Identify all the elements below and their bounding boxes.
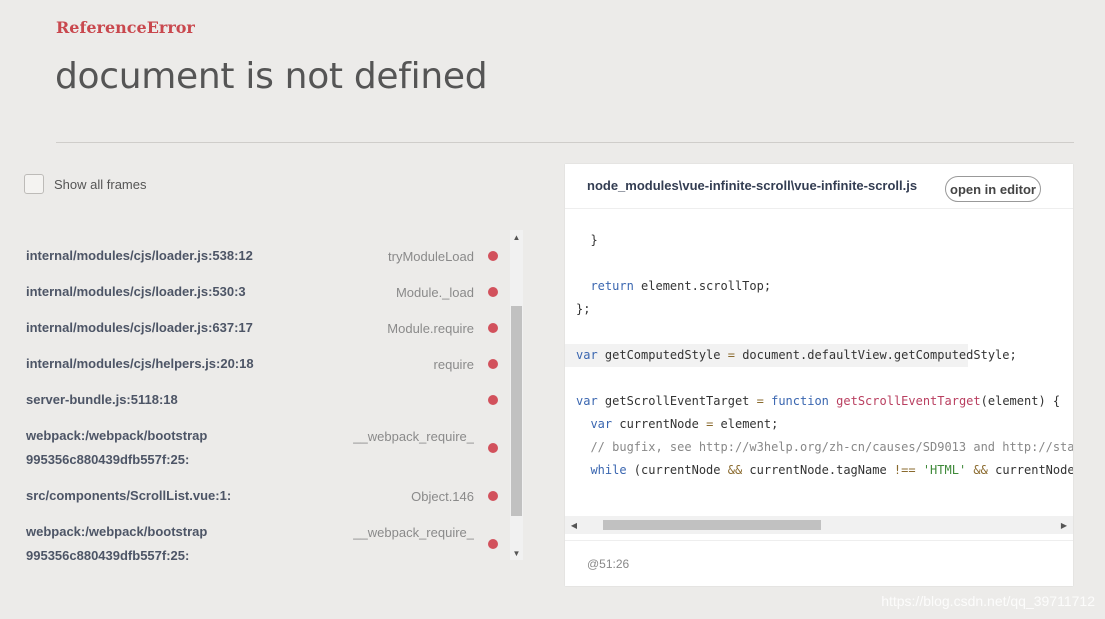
stack-frame[interactable]: internal/modules/cjs/loader.js:538:12 tr… (16, 244, 508, 268)
frame-status-dot (488, 395, 498, 405)
error-message: document is not defined (55, 56, 488, 97)
error-type: ReferenceError (56, 18, 195, 37)
frame-function: require (433, 356, 474, 372)
code-line: } (576, 233, 598, 247)
show-all-frames-label: Show all frames (54, 176, 147, 192)
cursor-position: @51:26 (587, 557, 630, 571)
scroll-left-arrow-icon[interactable]: ◀ (567, 516, 581, 534)
stack-frame[interactable]: internal/modules/cjs/loader.js:637:17 Mo… (16, 316, 508, 340)
frame-status-dot (488, 539, 498, 549)
frame-list-scrollbar[interactable]: ▲ ▼ (510, 230, 523, 560)
frame-file: internal/modules/cjs/loader.js:538:12 (26, 248, 253, 263)
code-view: } return element.scrollTop; }; var getCo… (565, 208, 1073, 516)
frame-function: __webpack_require_ (353, 429, 474, 444)
stack-frame[interactable]: webpack:/webpack/bootstrap 995356c880439… (16, 520, 508, 568)
stack-frame[interactable]: internal/modules/cjs/helpers.js:20:18 re… (16, 352, 508, 376)
scrollbar-thumb[interactable] (511, 306, 522, 516)
frame-file: webpack:/webpack/bootstrap (26, 524, 208, 539)
stack-frame[interactable]: internal/modules/cjs/loader.js:530:3 Mod… (16, 280, 508, 304)
frame-file-continued: 995356c880439dfb557f:25: (26, 452, 190, 467)
code-line: }; (576, 302, 591, 316)
code-line: var currentNode = element; (590, 417, 779, 431)
code-line: return element.scrollTop; (590, 279, 772, 293)
source-panel-footer: @51:26 (565, 540, 1073, 587)
frame-function: Object.146 (411, 488, 474, 504)
source-panel: node_modules\vue-infinite-scroll\vue-inf… (565, 164, 1073, 586)
scroll-right-arrow-icon[interactable]: ▶ (1057, 516, 1071, 534)
horizontal-scrollbar-thumb[interactable] (603, 520, 821, 530)
source-file-path: node_modules\vue-infinite-scroll\vue-inf… (587, 178, 918, 193)
stack-frame[interactable]: webpack:/webpack/bootstrap 995356c880439… (16, 424, 508, 472)
frame-file: internal/modules/cjs/helpers.js:20:18 (26, 356, 254, 371)
frame-status-dot (488, 251, 498, 261)
open-in-editor-button[interactable]: open in editor (945, 176, 1041, 202)
code-line: // bugfix, see http://w3help.org/zh-cn/c… (576, 440, 1073, 454)
frame-file: webpack:/webpack/bootstrap (26, 428, 208, 443)
frame-status-dot (488, 491, 498, 501)
frame-file: src/components/ScrollList.vue:1: (26, 488, 232, 503)
stack-frame[interactable]: src/components/ScrollList.vue:1: Object.… (16, 484, 508, 508)
header-divider (56, 142, 1074, 143)
frame-function: __webpack_require_ (353, 525, 474, 540)
frame-function: tryModuleLoad (388, 248, 474, 264)
frame-status-dot (488, 323, 498, 333)
frame-function: Module.require (387, 320, 474, 336)
frame-status-dot (488, 287, 498, 297)
code-horizontal-scrollbar[interactable]: ◀ ▶ (565, 516, 1073, 534)
code-line: var getScrollEventTarget = function getS… (576, 394, 1061, 408)
frame-status-dot (488, 443, 498, 453)
watermark: https://blog.csdn.net/qq_39711712 (881, 593, 1095, 609)
frame-status-dot (488, 359, 498, 369)
stack-frame[interactable]: server-bundle.js:5118:18 (16, 388, 508, 412)
frame-file: server-bundle.js:5118:18 (26, 392, 178, 407)
source-panel-header: node_modules\vue-infinite-scroll\vue-inf… (565, 164, 1073, 209)
scroll-down-arrow-icon[interactable]: ▼ (510, 546, 523, 560)
code-line-highlighted: var getComputedStyle = document.defaultV… (565, 344, 1017, 367)
frame-file: internal/modules/cjs/loader.js:530:3 (26, 284, 246, 299)
scroll-up-arrow-icon[interactable]: ▲ (510, 230, 523, 244)
show-all-frames-checkbox[interactable] (24, 174, 44, 194)
frame-function: Module._load (395, 284, 474, 300)
frame-file-continued: 995356c880439dfb557f:25: (26, 548, 190, 563)
show-all-frames-toggle[interactable]: Show all frames (24, 174, 146, 194)
frame-file: internal/modules/cjs/loader.js:637:17 (26, 320, 253, 335)
code-line: while (currentNode && currentNode.tagNam… (590, 463, 1073, 477)
